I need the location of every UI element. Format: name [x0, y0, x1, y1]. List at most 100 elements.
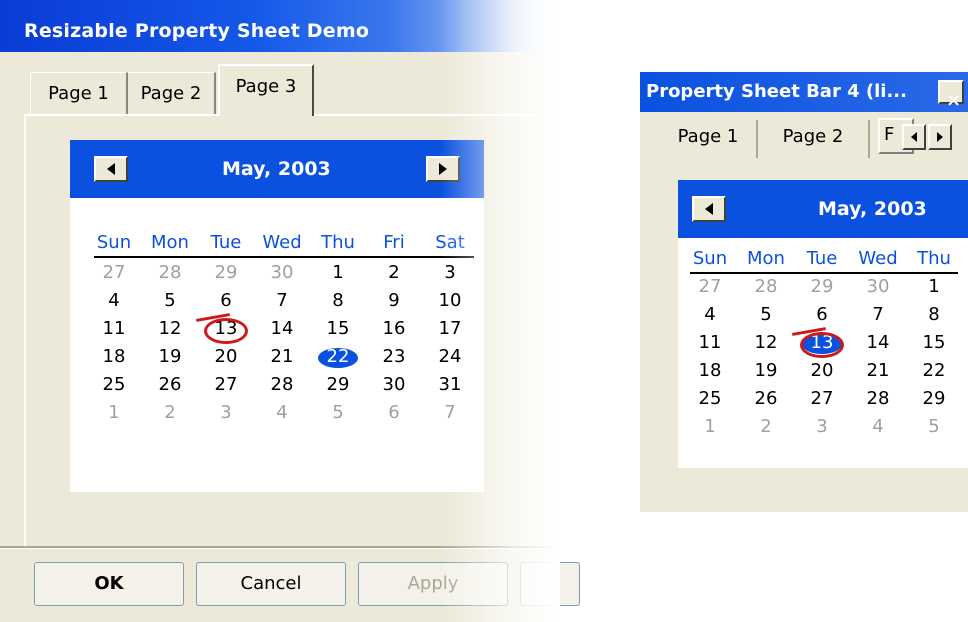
calendar-day[interactable]: 27	[86, 262, 142, 283]
apply-button[interactable]: Apply	[358, 562, 508, 606]
bar-tab-page-2[interactable]: Page 2	[758, 120, 870, 158]
calendar-day[interactable]: 28	[142, 262, 198, 283]
weekday-label: Sat	[435, 232, 465, 253]
close-button[interactable]: ×	[938, 80, 964, 111]
calendar-day[interactable]: 3	[422, 262, 478, 283]
calendar-day[interactable]: 28	[850, 388, 906, 409]
weekday-label: Thu	[917, 248, 951, 269]
calendar-day[interactable]: 19	[142, 346, 198, 367]
weekday-divider	[690, 272, 958, 274]
calendar-day[interactable]: 5	[310, 402, 366, 423]
tab-scroll-left-button[interactable]	[902, 124, 926, 150]
weekday-label: Mon	[747, 248, 785, 269]
calendar-day[interactable]: 12	[738, 332, 794, 353]
calendar-day[interactable]: 28	[254, 374, 310, 395]
calendar-day[interactable]: 11	[682, 332, 738, 353]
tab-label: Page 3	[235, 76, 297, 97]
calendar-day[interactable]: 4	[850, 416, 906, 437]
calendar-day[interactable]: 4	[254, 402, 310, 423]
calendar-day[interactable]: 15	[310, 318, 366, 339]
calendar-day[interactable]: 7	[254, 290, 310, 311]
close-icon: ×	[946, 90, 962, 111]
calendar-day[interactable]: 26	[738, 388, 794, 409]
calendar-day[interactable]: 29	[906, 388, 962, 409]
tab-scroll-right-button[interactable]	[928, 124, 952, 150]
calendar-day[interactable]: 24	[422, 346, 478, 367]
weekday-label: Fri	[383, 232, 405, 253]
calendar-day[interactable]: 9	[366, 290, 422, 311]
calendar-day[interactable]: 30	[850, 276, 906, 297]
calendar-day[interactable]: 18	[682, 360, 738, 381]
tab-page-3[interactable]: Page 3	[218, 64, 314, 116]
calendar-day[interactable]: 1	[682, 416, 738, 437]
calendar-day[interactable]: 11	[86, 318, 142, 339]
tab-label: Page 1	[48, 83, 109, 104]
calendar-day[interactable]: 31	[422, 374, 478, 395]
calendar-day[interactable]: 3	[198, 402, 254, 423]
calendar-day[interactable]: 6	[794, 304, 850, 325]
bar-title-bar[interactable]: Property Sheet Bar 4 (li... ×	[640, 72, 968, 112]
dialog-title-bar[interactable]: Resizable Property Sheet Demo	[0, 0, 560, 52]
calendar-day[interactable]: 30	[366, 374, 422, 395]
calendar-day[interactable]: 15	[906, 332, 962, 353]
prev-month-button[interactable]	[692, 196, 726, 222]
ok-button[interactable]: OK	[34, 562, 184, 606]
calendar-day[interactable]: 8	[906, 304, 962, 325]
calendar-day[interactable]: 1	[310, 262, 366, 283]
calendar-day[interactable]: 2	[738, 416, 794, 437]
calendar-day[interactable]: 10	[422, 290, 478, 311]
calendar-day[interactable]: 27	[198, 374, 254, 395]
calendar-day[interactable]: 5	[906, 416, 962, 437]
calendar-day[interactable]: 20	[794, 360, 850, 381]
bar-month-calendar[interactable]: May, 2003 Sun Mon Tue Wed Thu 27 28 29 30 1 4 5 6 7 8 1…	[678, 180, 968, 468]
calendar-day[interactable]: 6	[366, 402, 422, 423]
calendar-day[interactable]: 27	[794, 388, 850, 409]
calendar-day[interactable]: 8	[310, 290, 366, 311]
calendar-day[interactable]: 5	[738, 304, 794, 325]
calendar-day[interactable]: 21	[850, 360, 906, 381]
calendar-day[interactable]: 7	[422, 402, 478, 423]
next-month-button[interactable]	[426, 156, 460, 182]
calendar-day[interactable]: 29	[198, 262, 254, 283]
calendar-day[interactable]: 28	[738, 276, 794, 297]
calendar-day[interactable]: 1	[86, 402, 142, 423]
calendar-day[interactable]: 14	[254, 318, 310, 339]
calendar-day[interactable]: 14	[850, 332, 906, 353]
calendar-day[interactable]: 4	[86, 290, 142, 311]
calendar-day[interactable]: 3	[794, 416, 850, 437]
calendar-day[interactable]: 17	[422, 318, 478, 339]
calendar-day[interactable]: 16	[366, 318, 422, 339]
calendar-day[interactable]: 21	[254, 346, 310, 367]
calendar-day[interactable]: 25	[682, 388, 738, 409]
calendar-day[interactable]: 22	[310, 346, 366, 367]
property-sheet-dialog: Resizable Property Sheet Demo Page 1 Pag…	[0, 0, 580, 622]
calendar-day[interactable]: 6	[198, 290, 254, 311]
calendar-day[interactable]: 1	[906, 276, 962, 297]
calendar-day[interactable]: 29	[794, 276, 850, 297]
arrow-left-icon	[911, 132, 917, 142]
calendar-day[interactable]: 5	[142, 290, 198, 311]
prev-month-button[interactable]	[94, 156, 128, 182]
calendar-day[interactable]: 18	[86, 346, 142, 367]
month-calendar[interactable]: May, 2003 Sun Mon Tue Wed Thu Fri Sat 27 28 29 30 1…	[70, 140, 484, 492]
tab-page-1[interactable]: Page 1	[30, 72, 128, 114]
calendar-day[interactable]: 29	[310, 374, 366, 395]
calendar-day[interactable]: 25	[86, 374, 142, 395]
calendar-day[interactable]: 22	[906, 360, 962, 381]
calendar-day[interactable]: 26	[142, 374, 198, 395]
calendar-day[interactable]: 20	[198, 346, 254, 367]
weekday-label: Tue	[210, 232, 242, 253]
calendar-day[interactable]: 30	[254, 262, 310, 283]
calendar-day[interactable]: 12	[142, 318, 198, 339]
bar-tab-page-1[interactable]: Page 1	[660, 120, 758, 158]
calendar-day[interactable]: 2	[366, 262, 422, 283]
tab-page-2[interactable]: Page 2	[128, 72, 216, 114]
calendar-day[interactable]: 2	[142, 402, 198, 423]
help-button[interactable]	[520, 562, 580, 606]
cancel-button[interactable]: Cancel	[196, 562, 346, 606]
calendar-day[interactable]: 19	[738, 360, 794, 381]
calendar-day[interactable]: 23	[366, 346, 422, 367]
calendar-day[interactable]: 7	[850, 304, 906, 325]
calendar-day[interactable]: 4	[682, 304, 738, 325]
calendar-day[interactable]: 27	[682, 276, 738, 297]
